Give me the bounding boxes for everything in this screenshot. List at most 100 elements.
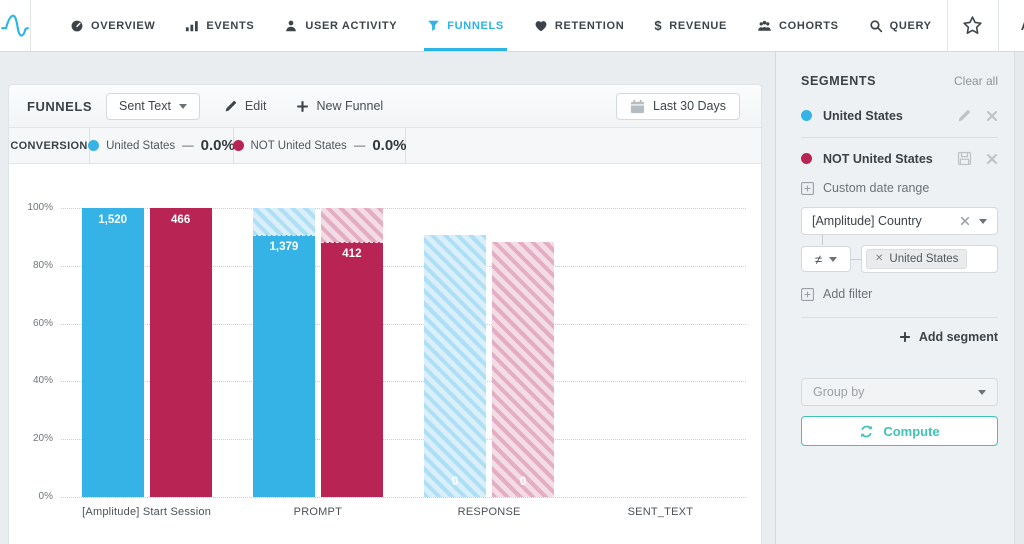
legend-value: 0.0% xyxy=(201,137,235,154)
plus-icon xyxy=(296,100,309,113)
edit-funnel-button[interactable]: Edit xyxy=(224,99,267,113)
legend-separator: — xyxy=(182,140,194,152)
funnel-selector-value: Sent Text xyxy=(119,99,171,113)
date-range-button[interactable]: Last 30 Days xyxy=(616,93,740,120)
nav-tab-cohorts[interactable]: COHORTS xyxy=(742,0,854,51)
amplitude-logo-icon xyxy=(0,11,30,41)
save-segment-button[interactable] xyxy=(957,151,972,166)
funnel-plot-area: 100%80%60%40%20%0%[Amplitude] Start Sess… xyxy=(61,208,746,497)
search-icon xyxy=(869,19,883,33)
caret-down-icon xyxy=(978,390,986,395)
group-by-dropdown[interactable]: Group by xyxy=(801,378,998,406)
x-axis-category-label: SENT_TEXT xyxy=(575,506,746,518)
add-segment-button[interactable]: Add segment xyxy=(801,330,998,344)
remove-segment-button[interactable] xyxy=(986,153,998,165)
dollar-icon: $ xyxy=(654,18,662,33)
star-icon xyxy=(962,15,983,36)
legend-dot xyxy=(88,140,99,151)
caret-down-icon xyxy=(979,219,987,224)
funnel-bar-series1-step2[interactable]: 1,379 xyxy=(253,208,315,497)
favorite-button[interactable] xyxy=(948,0,998,51)
segment-name: United States xyxy=(823,109,903,123)
y-axis-tick-label: 20% xyxy=(13,433,53,444)
funnel-bar-series2-step1[interactable]: 466 xyxy=(150,208,212,497)
plus-box-icon xyxy=(801,288,814,301)
bar-value-label: 0 xyxy=(424,476,486,488)
refresh-icon xyxy=(859,424,874,439)
funnel-selector-dropdown[interactable]: Sent Text xyxy=(106,93,200,120)
funnel-chart: 100%80%60%40%20%0%[Amplitude] Start Sess… xyxy=(9,164,761,542)
workspace: FUNNELS Sent Text Edit New Funnel Last 3… xyxy=(0,52,1024,544)
plus-icon xyxy=(899,331,911,343)
custom-date-range-button[interactable]: Custom date range xyxy=(801,181,998,195)
filter-connector-line xyxy=(851,259,861,260)
nav-label: COHORTS xyxy=(779,20,839,32)
divider xyxy=(801,137,998,138)
filter-property-dropdown[interactable]: [Amplitude] Country xyxy=(801,207,998,235)
unconverted-hatch-area xyxy=(253,208,315,235)
compute-button[interactable]: Compute xyxy=(801,416,998,446)
nav-label: QUERY xyxy=(890,20,932,32)
remove-value-icon[interactable]: ✕ xyxy=(875,254,883,264)
legend-name: United States xyxy=(106,140,175,152)
gridline xyxy=(61,497,746,498)
add-filter-button[interactable]: Add filter xyxy=(801,287,998,301)
tab-conversion[interactable]: CONVERSION xyxy=(9,128,90,163)
y-axis-tick-label: 80% xyxy=(13,260,53,271)
primary-nav: OVERVIEW EVENTS USER ACTIVITY FUNNELS xyxy=(55,0,947,51)
clear-property-icon[interactable] xyxy=(960,216,970,226)
edit-segment-button[interactable] xyxy=(957,108,972,123)
calendar-icon xyxy=(630,99,645,114)
filter-values-box[interactable]: ✕ United States xyxy=(861,245,998,273)
segment-dot xyxy=(801,153,812,164)
new-funnel-button[interactable]: New Funnel xyxy=(296,99,383,113)
remove-segment-button[interactable] xyxy=(986,110,998,122)
segment-dot xyxy=(801,110,812,121)
nav-tab-events[interactable]: EVENTS xyxy=(170,0,269,51)
people-group-icon xyxy=(757,19,772,33)
app-selector[interactable]: Amplitude Demo App xyxy=(999,0,1024,51)
nav-label: REVENUE xyxy=(669,20,727,32)
nav-tab-revenue[interactable]: $ REVENUE xyxy=(639,0,742,51)
group-by-placeholder: Group by xyxy=(813,385,864,399)
plus-box-icon xyxy=(801,182,814,195)
person-icon xyxy=(284,19,298,33)
x-axis-category-label: RESPONSE xyxy=(404,506,575,518)
nav-tab-user-activity[interactable]: USER ACTIVITY xyxy=(269,0,412,51)
nav-tab-query[interactable]: QUERY xyxy=(854,0,947,51)
dropdown-controls xyxy=(960,216,987,226)
x-axis-category-label: PROMPT xyxy=(232,506,403,518)
clear-all-link[interactable]: Clear all xyxy=(954,74,998,88)
legend-item-united-states[interactable]: United States — 0.0% xyxy=(90,128,234,163)
segment-actions xyxy=(957,151,998,166)
funnel-bar-series2-step2[interactable]: 412 xyxy=(321,208,383,497)
caret-down-icon xyxy=(829,257,837,262)
legend-dot xyxy=(233,140,244,151)
y-axis-tick-label: 40% xyxy=(13,375,53,386)
filter-property-value: [Amplitude] Country xyxy=(812,214,922,228)
sidebar-scrollbar[interactable] xyxy=(1014,52,1024,544)
funnel-bar-series1-step1[interactable]: 1,520 xyxy=(82,208,144,497)
converted-solid-area xyxy=(321,242,383,497)
nav-right: Amplitude Demo App xyxy=(947,0,1024,51)
segment-name: NOT United States xyxy=(823,152,933,166)
funnel-bar-series2-step3[interactable]: 0 xyxy=(492,242,554,497)
bar-chart-icon xyxy=(185,19,199,33)
nav-tab-funnels[interactable]: FUNNELS xyxy=(412,0,519,51)
legend-separator: — xyxy=(354,140,366,152)
nav-label: OVERVIEW xyxy=(91,20,155,32)
caret-down-icon xyxy=(179,104,187,109)
save-icon xyxy=(957,151,972,166)
filter-operator-dropdown[interactable]: ≠ xyxy=(801,246,851,272)
unconverted-hatch-area xyxy=(492,242,554,497)
custom-date-range-label: Custom date range xyxy=(823,181,929,195)
nav-tab-retention[interactable]: RETENTION xyxy=(519,0,640,51)
nav-label: RETENTION xyxy=(555,20,625,32)
sidebar-content: SEGMENTS Clear all United States xyxy=(801,52,998,446)
nav-tab-overview[interactable]: OVERVIEW xyxy=(55,0,170,51)
legend-item-not-united-states[interactable]: NOT United States — 0.0% xyxy=(234,128,406,163)
funnel-bar-series1-step3[interactable]: 0 xyxy=(424,235,486,497)
amplitude-logo[interactable] xyxy=(0,0,31,51)
bar-value-label: 1,379 xyxy=(253,241,315,253)
gauge-icon xyxy=(70,19,84,33)
